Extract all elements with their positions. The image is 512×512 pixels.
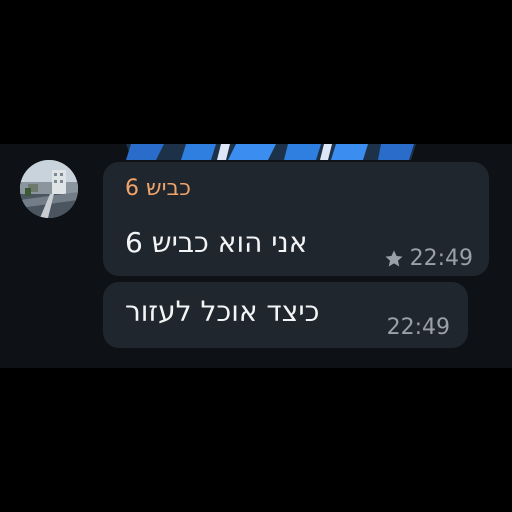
chat-view: כביש 6 אני הוא כביש 6 22:49 כיצד אוכל לע… — [0, 144, 512, 368]
sender-name[interactable]: כביש 6 — [125, 174, 325, 204]
message-time: 22:49 — [409, 246, 473, 271]
message-text: אני הוא כביש 6 — [125, 226, 308, 259]
message-time: 22:49 — [386, 315, 450, 340]
screenshot-frame: כביש 6 אני הוא כביש 6 22:49 כיצד אוכל לע… — [0, 0, 512, 512]
message-meta: 22:49 — [384, 245, 473, 273]
avatar[interactable] — [20, 160, 78, 218]
message-bubble[interactable]: כיצד אוכל לעזור 22:49 — [103, 282, 468, 348]
message-meta: 22:49 — [387, 314, 450, 342]
chat-wallpaper-art — [126, 144, 416, 160]
star-icon — [384, 249, 404, 269]
message-bubble[interactable]: כביש 6 אני הוא כביש 6 22:49 — [103, 162, 489, 276]
message-text: כיצד אוכל לעזור — [125, 295, 320, 328]
